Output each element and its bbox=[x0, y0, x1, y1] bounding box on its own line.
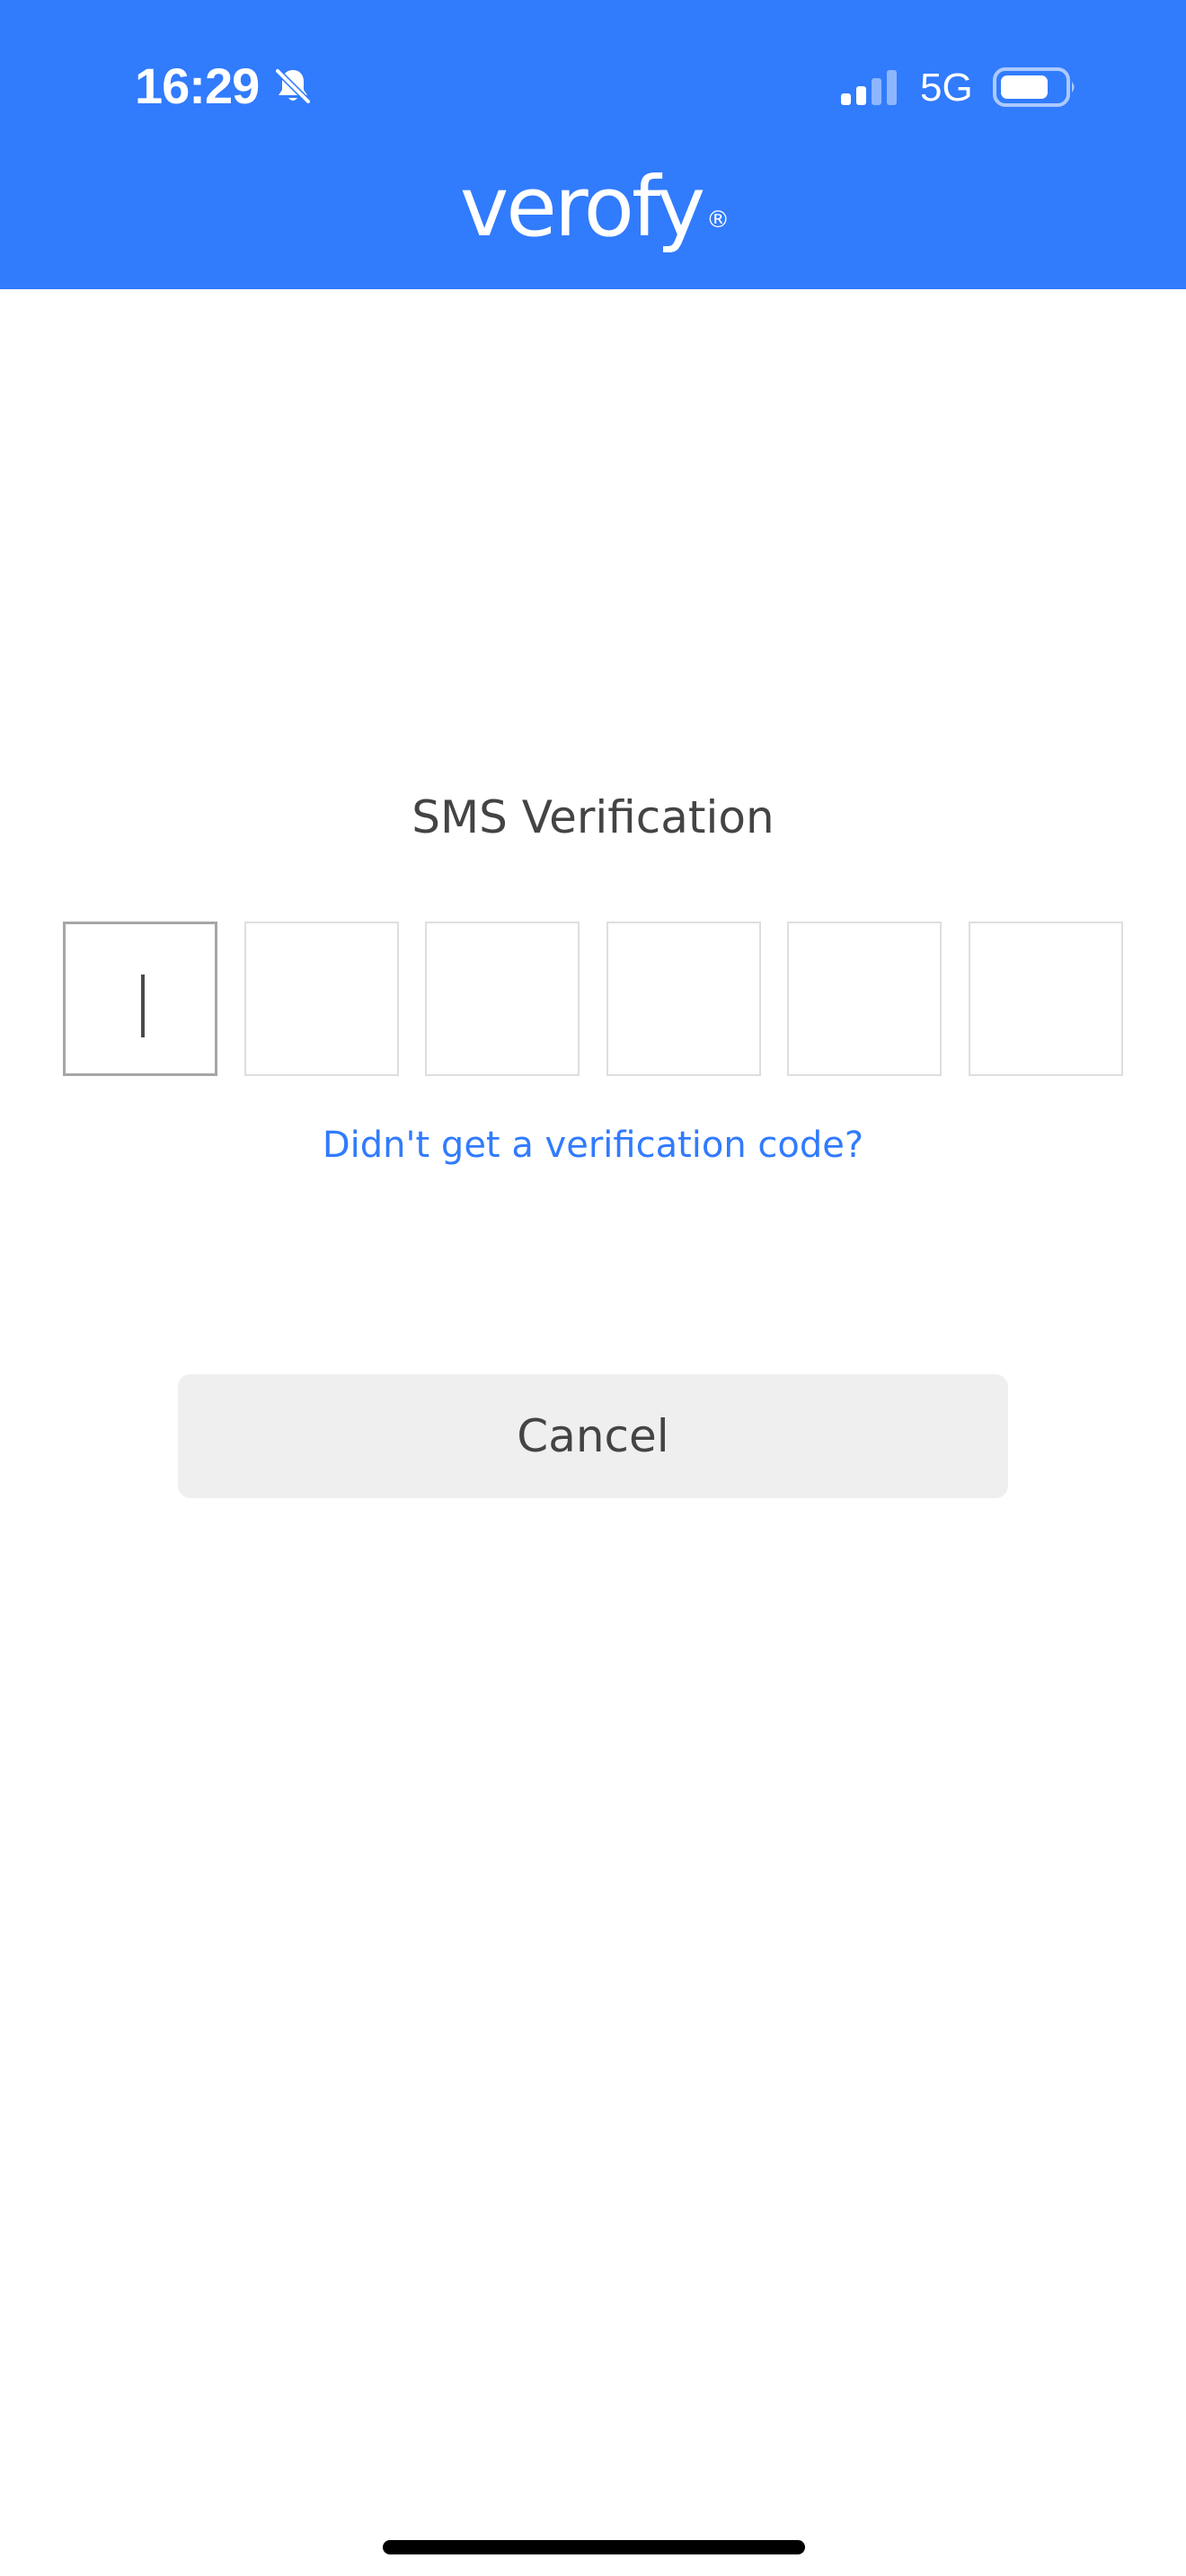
verification-code-inputs bbox=[63, 922, 1123, 1080]
network-type-label: 5G bbox=[920, 66, 973, 110]
bell-muted-icon bbox=[274, 67, 312, 105]
registered-mark: ® bbox=[706, 207, 730, 234]
code-digit-4[interactable] bbox=[606, 922, 761, 1076]
signal-icon bbox=[841, 70, 897, 105]
code-digit-6[interactable] bbox=[968, 922, 1123, 1076]
code-digit-3[interactable] bbox=[425, 922, 580, 1076]
code-digit-5[interactable] bbox=[787, 922, 943, 1076]
battery-icon bbox=[993, 67, 1075, 107]
verofy-logo: verofy ® bbox=[0, 158, 1186, 257]
status-time: 16:29 bbox=[135, 57, 260, 114]
code-digit-1[interactable] bbox=[63, 922, 217, 1076]
cancel-button[interactable]: Cancel bbox=[178, 1374, 1008, 1498]
app-header: 16:29 5G verofy ® bbox=[0, 0, 1186, 289]
page-title: SMS Verification bbox=[412, 791, 774, 843]
logo-text: verofy bbox=[459, 159, 705, 255]
resend-code-link[interactable]: Didn't get a verification code? bbox=[0, 1121, 1186, 1169]
code-digit-2[interactable] bbox=[243, 922, 399, 1076]
home-indicator[interactable] bbox=[383, 2540, 805, 2554]
text-caret bbox=[141, 975, 145, 1037]
